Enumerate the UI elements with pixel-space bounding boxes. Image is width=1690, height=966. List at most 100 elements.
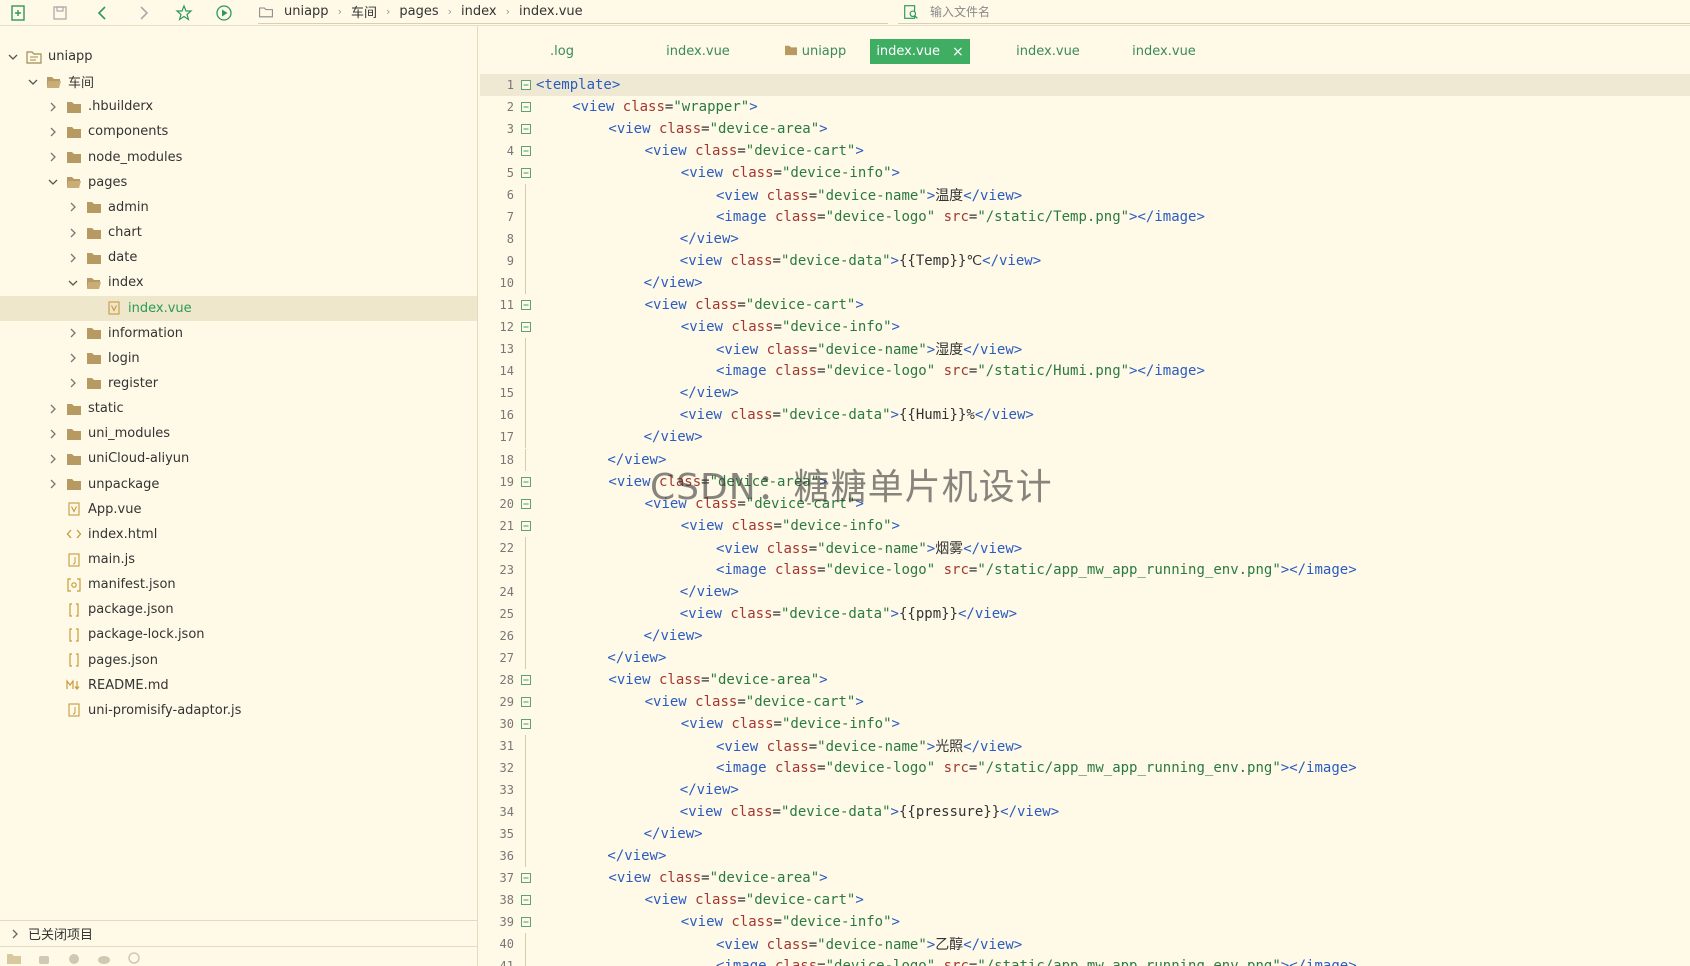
tree-item[interactable]: uni_modules xyxy=(0,421,477,446)
code-line[interactable]: 1 <template> xyxy=(480,74,1690,96)
code-line[interactable]: 33 </view> xyxy=(480,778,1690,801)
file-search-input[interactable] xyxy=(930,4,1530,19)
tree-item[interactable]: package-lock.json xyxy=(0,622,477,647)
breadcrumb-item[interactable]: 车间 xyxy=(347,2,381,21)
chevron-right-icon[interactable] xyxy=(46,402,60,416)
tree-item[interactable]: components xyxy=(0,119,477,144)
code-line[interactable]: 20 <view class="device-cart"> xyxy=(480,493,1690,515)
editor-tab[interactable]: index.vue xyxy=(646,39,750,64)
editor-tab[interactable]: .log xyxy=(530,39,594,64)
code-line[interactable]: 12 <view class="device-info"> xyxy=(480,316,1690,338)
code-line[interactable]: 35 </view> xyxy=(480,823,1690,846)
fold-toggle-icon[interactable] xyxy=(520,674,532,686)
fold-toggle-icon[interactable] xyxy=(520,916,532,928)
code-line[interactable]: 7 <image class="device-logo" src="/static… xyxy=(480,206,1690,229)
tree-item[interactable]: information xyxy=(0,321,477,346)
code-line[interactable]: 26 </view> xyxy=(480,624,1690,647)
fold-toggle-icon[interactable] xyxy=(520,123,532,135)
chevron-right-icon[interactable] xyxy=(46,125,60,139)
fold-toggle-icon[interactable] xyxy=(520,321,532,333)
code-line[interactable]: 34 <view class="device-data">{{pressure}}… xyxy=(480,800,1690,823)
run-icon[interactable] xyxy=(214,3,234,23)
code-line[interactable]: 17 </view> xyxy=(480,426,1690,449)
code-line[interactable]: 25 <view class="device-data">{{ppm}}</vie… xyxy=(480,602,1690,625)
breadcrumb-item[interactable]: pages xyxy=(395,4,442,19)
tree-item[interactable]: uniapp xyxy=(0,44,477,69)
code-line[interactable]: 10 </view> xyxy=(480,272,1690,295)
tree-item[interactable]: uni-promisify-adaptor.js xyxy=(0,698,477,723)
code-line[interactable]: 30 <view class="device-info"> xyxy=(480,713,1690,735)
fold-toggle-icon[interactable] xyxy=(520,520,532,532)
tree-item[interactable]: pages xyxy=(0,170,477,195)
tree-item[interactable]: index.html xyxy=(0,522,477,547)
fold-toggle-icon[interactable] xyxy=(520,718,532,730)
code-line[interactable]: 23 <image class="device-logo" src="/stati… xyxy=(480,558,1690,581)
code-line[interactable]: 22 <view class="device-name">烟雾</view> xyxy=(480,536,1690,559)
cloud-icon[interactable] xyxy=(96,950,112,964)
editor-tab[interactable]: index.vue xyxy=(1112,39,1216,64)
code-line[interactable]: 2 <view class="wrapper"> xyxy=(480,96,1690,118)
chevron-down-icon[interactable] xyxy=(26,75,40,89)
tree-item[interactable]: package.json xyxy=(0,597,477,622)
tree-item[interactable]: chart xyxy=(0,220,477,245)
code-line[interactable]: 39 <view class="device-info"> xyxy=(480,911,1690,933)
code-line[interactable]: 19 <view class="device-area"> xyxy=(480,471,1690,493)
code-line[interactable]: 40 <view class="device-name">乙醇</view> xyxy=(480,933,1690,956)
chevron-right-icon[interactable] xyxy=(46,427,60,441)
breadcrumb-item[interactable]: uniapp xyxy=(280,4,333,19)
tree-item[interactable]: admin xyxy=(0,195,477,220)
code-line[interactable]: 6 <view class="device-name">温度</view> xyxy=(480,184,1690,207)
tree-item[interactable]: uniCloud-aliyun xyxy=(0,446,477,471)
tree-item[interactable]: unpackage xyxy=(0,472,477,497)
forward-icon[interactable] xyxy=(133,3,153,23)
settings-icon[interactable] xyxy=(126,950,142,964)
chevron-right-icon[interactable] xyxy=(46,452,60,466)
code-line[interactable]: 8 </view> xyxy=(480,228,1690,251)
chevron-right-icon[interactable] xyxy=(66,226,80,240)
fold-toggle-icon[interactable] xyxy=(520,167,532,179)
code-line[interactable]: 9 <view class="device-data">{{Temp}}℃</vi… xyxy=(480,250,1690,273)
fold-toggle-icon[interactable] xyxy=(520,476,532,488)
code-line[interactable]: 24 </view> xyxy=(480,580,1690,603)
fold-toggle-icon[interactable] xyxy=(520,872,532,884)
chevron-right-icon[interactable] xyxy=(46,100,60,114)
back-icon[interactable] xyxy=(93,3,113,23)
editor-tab[interactable]: index.vue × xyxy=(870,39,970,64)
code-line[interactable]: 29 <view class="device-cart"> xyxy=(480,691,1690,713)
chevron-right-icon[interactable] xyxy=(66,200,80,214)
code-line[interactable]: 11 <view class="device-cart"> xyxy=(480,294,1690,316)
android-icon[interactable] xyxy=(36,950,52,964)
chevron-right-icon[interactable] xyxy=(66,326,80,340)
fold-toggle-icon[interactable] xyxy=(520,894,532,906)
closed-projects-section[interactable]: 已关闭项目 xyxy=(0,920,477,946)
code-line[interactable]: 38 <view class="device-cart"> xyxy=(480,889,1690,911)
tree-item[interactable]: main.js xyxy=(0,547,477,572)
tree-item[interactable]: index xyxy=(0,270,477,295)
tree-item[interactable]: login xyxy=(0,346,477,371)
fold-toggle-icon[interactable] xyxy=(520,696,532,708)
code-line[interactable]: 5 <view class="device-info"> xyxy=(480,162,1690,184)
code-line[interactable]: 37 <view class="device-area"> xyxy=(480,867,1690,889)
tree-item[interactable]: date xyxy=(0,245,477,270)
code-line[interactable]: 13 <view class="device-name">湿度</view> xyxy=(480,338,1690,361)
code-line[interactable]: 21 <view class="device-info"> xyxy=(480,515,1690,537)
code-line[interactable]: 3 <view class="device-area"> xyxy=(480,118,1690,140)
tree-item[interactable]: index.vue xyxy=(0,295,477,321)
fold-toggle-icon[interactable] xyxy=(520,79,532,91)
fold-toggle-icon[interactable] xyxy=(520,101,532,113)
save-icon[interactable] xyxy=(50,3,70,23)
star-icon[interactable] xyxy=(174,3,194,23)
code-line[interactable]: 14 <image class="device-logo" src="/stati… xyxy=(480,360,1690,383)
folder-icon[interactable] xyxy=(6,950,22,964)
code-line[interactable]: 27 </view> xyxy=(480,646,1690,669)
code-editor[interactable]: 1 <template> 2 <view class="wrapper"> 3 <view… xyxy=(480,74,1690,966)
chevron-right-icon[interactable] xyxy=(66,251,80,265)
code-line[interactable]: 41 <image class="device-logo" src="/stati… xyxy=(480,955,1690,966)
tree-item[interactable]: node_modules xyxy=(0,145,477,170)
tree-item[interactable]: register xyxy=(0,371,477,396)
code-line[interactable]: 31 <view class="device-name">光照</view> xyxy=(480,734,1690,757)
chevron-right-icon[interactable] xyxy=(66,351,80,365)
code-line[interactable]: 16 <view class="device-data">{{Humi}}%</v… xyxy=(480,404,1690,427)
chevron-down-icon[interactable] xyxy=(6,50,20,64)
code-line[interactable]: 32 <image class="device-logo" src="/stati… xyxy=(480,756,1690,779)
